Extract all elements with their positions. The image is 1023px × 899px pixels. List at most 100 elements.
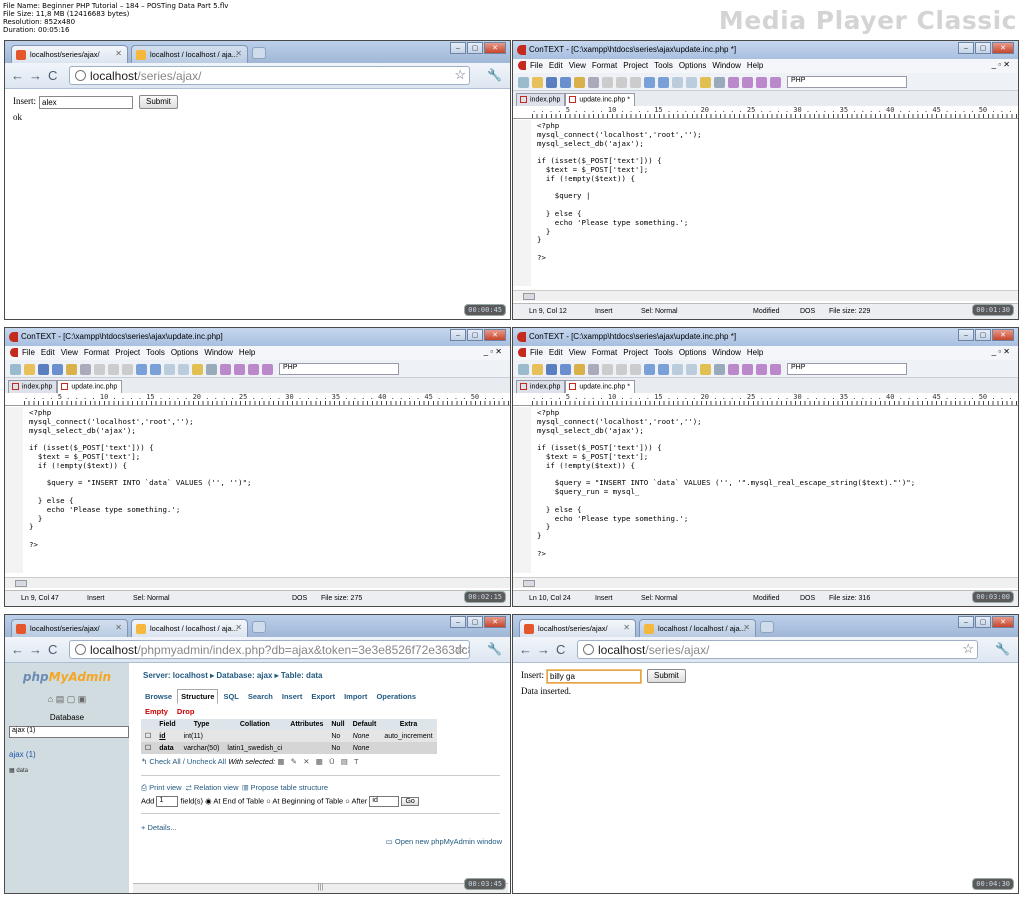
maximize-button[interactable]: ▢ xyxy=(467,616,483,628)
back-arrow-icon[interactable]: ← xyxy=(11,642,24,657)
reload-icon[interactable]: C xyxy=(48,68,57,83)
minimize-button[interactable]: – xyxy=(958,616,974,628)
replace-icon[interactable] xyxy=(686,76,697,88)
minimize-button[interactable]: – xyxy=(450,42,466,54)
file-tab-index[interactable]: index.php xyxy=(516,93,566,106)
reload-icon[interactable]: C xyxy=(48,642,57,657)
print-icon[interactable] xyxy=(588,76,599,88)
scroll-thumb[interactable] xyxy=(523,293,535,300)
code-editor[interactable]: <?php mysql_connect('localhost','root',''… xyxy=(5,407,510,573)
code-editor[interactable]: <?php mysql_connect('localhost','root',''… xyxy=(513,407,1018,573)
menu-options[interactable]: Options xyxy=(171,348,199,357)
sql-window-icon[interactable]: ▤ xyxy=(56,694,65,704)
close-tab-icon[interactable]: ✕ xyxy=(115,623,122,632)
menu-view[interactable]: View xyxy=(569,61,586,70)
scroll-thumb[interactable] xyxy=(523,580,535,587)
user-command-3-icon[interactable] xyxy=(756,363,767,375)
code-editor[interactable]: <?php mysql_connect('localhost','root',''… xyxy=(513,120,1018,286)
new-file-icon[interactable] xyxy=(10,363,21,375)
db-link[interactable]: ajax (1) xyxy=(9,750,125,759)
highlight-icon[interactable] xyxy=(192,363,203,375)
browser-tab-ajax[interactable]: localhost/series/ajax/ ✕ xyxy=(11,45,128,63)
forward-arrow-icon[interactable]: → xyxy=(537,642,550,657)
menu-help[interactable]: Help xyxy=(747,348,763,357)
menu-help[interactable]: Help xyxy=(239,348,255,357)
browser-tab-ajax[interactable]: localhost/series/ajax/ ✕ xyxy=(11,619,128,637)
find-icon[interactable] xyxy=(164,363,175,375)
file-tab-index[interactable]: index.php xyxy=(516,380,566,393)
maximize-button[interactable]: ▢ xyxy=(975,329,991,341)
menu-file[interactable]: File xyxy=(530,348,543,357)
cut-icon[interactable] xyxy=(94,363,105,375)
propose-structure-link[interactable]: Propose table structure xyxy=(250,783,328,792)
save-all-icon[interactable] xyxy=(560,76,571,88)
home-icon[interactable]: ⌂ xyxy=(48,694,53,704)
docs-icon[interactable]: ▣ xyxy=(78,694,87,704)
close-tab-icon[interactable]: ✕ xyxy=(235,623,242,632)
minimize-button[interactable]: – xyxy=(450,329,466,341)
save-icon[interactable] xyxy=(38,363,49,375)
end-radio[interactable]: ◉ xyxy=(205,796,212,805)
user-command-4-icon[interactable] xyxy=(770,363,781,375)
highlight-icon[interactable] xyxy=(700,363,711,375)
user-command-3-icon[interactable] xyxy=(248,363,259,375)
close-tab-icon[interactable]: ✕ xyxy=(115,49,122,58)
menu-view[interactable]: View xyxy=(569,348,586,357)
highlight-icon[interactable] xyxy=(700,76,711,88)
bookmark-star-icon[interactable]: ☆ xyxy=(454,67,466,83)
file-tab-update[interactable]: update.inc.php * xyxy=(565,93,635,106)
bookmark-star-icon[interactable]: ☆ xyxy=(454,641,466,657)
back-arrow-icon[interactable]: ← xyxy=(11,68,24,83)
tab-sql[interactable]: SQL xyxy=(219,689,242,704)
undo-icon[interactable] xyxy=(136,363,147,375)
user-command-3-icon[interactable] xyxy=(756,76,767,88)
language-select[interactable]: PHP xyxy=(787,363,907,375)
horizontal-scrollbar[interactable] xyxy=(5,577,510,588)
close-tab-icon[interactable]: ✕ xyxy=(623,623,630,632)
menu-edit[interactable]: Edit xyxy=(41,348,55,357)
settings-icon[interactable] xyxy=(714,363,725,375)
wrench-icon[interactable]: 🔧 xyxy=(487,642,502,656)
menu-format[interactable]: Format xyxy=(84,348,109,357)
close-window-button[interactable]: ✕ xyxy=(992,616,1014,628)
mdi-controls[interactable]: _ ▫ ✕ xyxy=(992,60,1010,69)
close-window-button[interactable]: ✕ xyxy=(992,42,1014,54)
find-icon[interactable] xyxy=(672,363,683,375)
close-window-button[interactable]: ✕ xyxy=(992,329,1014,341)
check-all-link[interactable]: Check All / Uncheck All xyxy=(149,757,226,766)
user-command-2-icon[interactable] xyxy=(742,363,753,375)
menu-options[interactable]: Options xyxy=(679,61,707,70)
maximize-button[interactable]: ▢ xyxy=(467,42,483,54)
submit-button[interactable]: Submit xyxy=(139,95,178,109)
mdi-controls[interactable]: _ ▫ ✕ xyxy=(484,347,502,356)
file-tab-update[interactable]: update.inc.php * xyxy=(565,380,635,393)
redo-icon[interactable] xyxy=(658,363,669,375)
language-select[interactable]: PHP xyxy=(279,363,399,375)
mdi-controls[interactable]: _ ▫ ✕ xyxy=(992,347,1010,356)
user-command-2-icon[interactable] xyxy=(742,76,753,88)
bookmark-star-icon[interactable]: ☆ xyxy=(962,641,974,657)
file-tab-update[interactable]: update.inc.php xyxy=(57,380,123,393)
maximize-button[interactable]: ▢ xyxy=(975,42,991,54)
horizontal-scrollbar[interactable] xyxy=(513,290,1018,301)
open-file-icon[interactable] xyxy=(532,363,543,375)
tab-export[interactable]: Export xyxy=(307,689,339,704)
query-icon[interactable]: ▢ xyxy=(67,694,76,704)
paste-icon[interactable] xyxy=(122,363,133,375)
new-window-link[interactable]: ▭ Open new phpMyAdmin window xyxy=(386,837,502,846)
print-icon[interactable] xyxy=(80,363,91,375)
menu-window[interactable]: Window xyxy=(712,348,740,357)
minimize-button[interactable]: – xyxy=(450,616,466,628)
close-window-button[interactable]: ✕ xyxy=(484,42,506,54)
new-file-icon[interactable] xyxy=(518,363,529,375)
file-tab-index[interactable]: index.php xyxy=(8,380,58,393)
new-tab-button[interactable] xyxy=(252,621,266,633)
print-icon[interactable] xyxy=(588,363,599,375)
menu-window[interactable]: Window xyxy=(204,348,232,357)
menu-view[interactable]: View xyxy=(61,348,78,357)
menu-project[interactable]: Project xyxy=(623,348,648,357)
close-window-button[interactable]: ✕ xyxy=(484,616,506,628)
cut-icon[interactable] xyxy=(602,76,613,88)
after-radio[interactable]: ○ xyxy=(345,796,350,805)
close-file-icon[interactable] xyxy=(574,76,585,88)
